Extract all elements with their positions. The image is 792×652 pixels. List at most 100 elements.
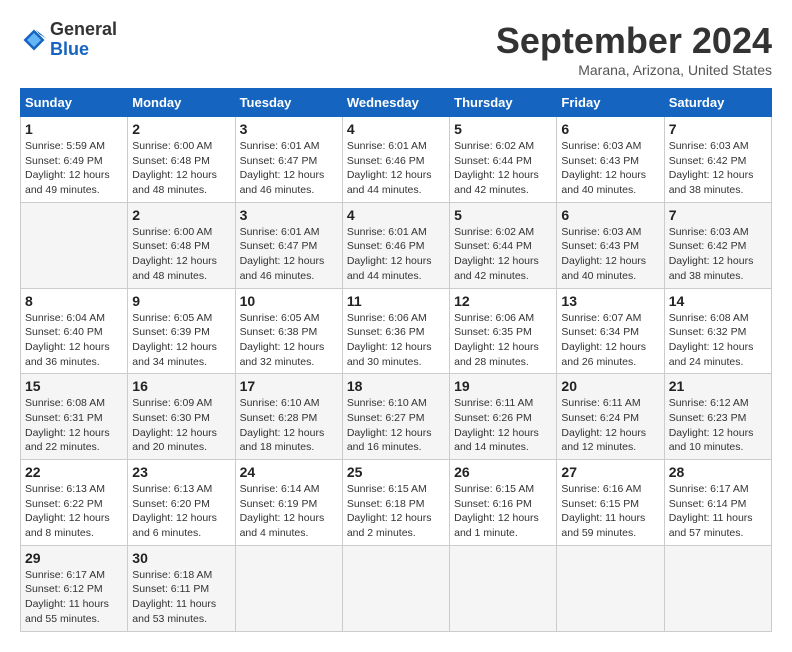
day-detail: Sunrise: 6:12 AM Sunset: 6:23 PM Dayligh… — [669, 396, 767, 455]
day-number: 13 — [561, 293, 659, 309]
day-detail: Sunrise: 6:02 AM Sunset: 6:44 PM Dayligh… — [454, 225, 552, 284]
header-day-friday: Friday — [557, 89, 664, 117]
day-number: 22 — [25, 464, 123, 480]
calendar-cell: 19Sunrise: 6:11 AM Sunset: 6:26 PM Dayli… — [450, 374, 557, 460]
day-number: 18 — [347, 378, 445, 394]
day-number: 2 — [132, 121, 230, 137]
calendar-cell: 9Sunrise: 6:05 AM Sunset: 6:39 PM Daylig… — [128, 288, 235, 374]
header-day-saturday: Saturday — [664, 89, 771, 117]
day-number: 12 — [454, 293, 552, 309]
day-number: 29 — [25, 550, 123, 566]
location: Marana, Arizona, United States — [496, 62, 772, 78]
calendar-week-2: 2Sunrise: 6:00 AM Sunset: 6:48 PM Daylig… — [21, 202, 772, 288]
calendar-cell — [21, 202, 128, 288]
calendar-cell: 15 Sunrise: 6:08 AM Sunset: 6:31 PM Dayli… — [21, 374, 128, 460]
calendar-cell: 2 Sunrise: 6:00 AM Sunset: 6:48 PM Daylig… — [128, 117, 235, 203]
day-number: 15 — [25, 378, 123, 394]
day-number: 14 — [669, 293, 767, 309]
day-detail: Sunrise: 6:05 AM Sunset: 6:39 PM Dayligh… — [132, 311, 230, 370]
header-day-sunday: Sunday — [21, 89, 128, 117]
calendar-cell: 21 Sunrise: 6:12 AM Sunset: 6:23 PM Dayli… — [664, 374, 771, 460]
calendar-cell: 30 Sunrise: 6:18 AM Sunset: 6:11 PM Dayli… — [128, 545, 235, 631]
day-number: 28 — [669, 464, 767, 480]
header-day-monday: Monday — [128, 89, 235, 117]
day-number: 6 — [561, 207, 659, 223]
calendar-cell: 22 Sunrise: 6:13 AM Sunset: 6:22 PM Dayli… — [21, 460, 128, 546]
calendar-week-3: 8Sunrise: 6:04 AM Sunset: 6:40 PM Daylig… — [21, 288, 772, 374]
day-number: 11 — [347, 293, 445, 309]
calendar-cell: 5 Sunrise: 6:02 AM Sunset: 6:44 PM Daylig… — [450, 202, 557, 288]
calendar-cell: 28Sunrise: 6:17 AM Sunset: 6:14 PM Dayli… — [664, 460, 771, 546]
day-number: 7 — [669, 207, 767, 223]
day-number: 25 — [347, 464, 445, 480]
day-detail: Sunrise: 6:16 AM Sunset: 6:15 PM Dayligh… — [561, 482, 659, 541]
page-header: General Blue September 2024 Marana, Ariz… — [20, 20, 772, 78]
day-number: 5 — [454, 207, 552, 223]
day-detail: Sunrise: 6:06 AM Sunset: 6:35 PM Dayligh… — [454, 311, 552, 370]
day-detail: Sunrise: 6:03 AM Sunset: 6:42 PM Dayligh… — [669, 225, 767, 284]
day-detail: Sunrise: 6:01 AM Sunset: 6:46 PM Dayligh… — [347, 139, 445, 198]
day-detail: Sunrise: 5:59 AM Sunset: 6:49 PM Dayligh… — [25, 139, 123, 198]
logo: General Blue — [20, 20, 117, 60]
calendar-cell: 6 Sunrise: 6:03 AM Sunset: 6:43 PM Daylig… — [557, 202, 664, 288]
day-detail: Sunrise: 6:01 AM Sunset: 6:47 PM Dayligh… — [240, 139, 338, 198]
calendar-cell: 20 Sunrise: 6:11 AM Sunset: 6:24 PM Dayli… — [557, 374, 664, 460]
day-number: 17 — [240, 378, 338, 394]
day-number: 16 — [132, 378, 230, 394]
calendar-cell: 2Sunrise: 6:00 AM Sunset: 6:48 PM Daylig… — [128, 202, 235, 288]
day-detail: Sunrise: 6:17 AM Sunset: 6:12 PM Dayligh… — [25, 568, 123, 627]
day-detail: Sunrise: 6:07 AM Sunset: 6:34 PM Dayligh… — [561, 311, 659, 370]
calendar-cell: 7Sunrise: 6:03 AM Sunset: 6:42 PM Daylig… — [664, 117, 771, 203]
calendar-cell: 6Sunrise: 6:03 AM Sunset: 6:43 PM Daylig… — [557, 117, 664, 203]
calendar-cell: 8Sunrise: 6:04 AM Sunset: 6:40 PM Daylig… — [21, 288, 128, 374]
calendar-cell: 29 Sunrise: 6:17 AM Sunset: 6:12 PM Dayli… — [21, 545, 128, 631]
day-number: 27 — [561, 464, 659, 480]
day-number: 21 — [669, 378, 767, 394]
day-detail: Sunrise: 6:14 AM Sunset: 6:19 PM Dayligh… — [240, 482, 338, 541]
header-day-wednesday: Wednesday — [342, 89, 449, 117]
day-detail: Sunrise: 6:13 AM Sunset: 6:22 PM Dayligh… — [25, 482, 123, 541]
logo-text: General Blue — [50, 20, 117, 60]
calendar-cell: 27 Sunrise: 6:16 AM Sunset: 6:15 PM Dayli… — [557, 460, 664, 546]
logo-icon — [20, 26, 48, 54]
day-number: 30 — [132, 550, 230, 566]
calendar-cell: 4Sunrise: 6:01 AM Sunset: 6:46 PM Daylig… — [342, 117, 449, 203]
day-detail: Sunrise: 6:10 AM Sunset: 6:28 PM Dayligh… — [240, 396, 338, 455]
calendar-cell: 18Sunrise: 6:10 AM Sunset: 6:27 PM Dayli… — [342, 374, 449, 460]
day-number: 4 — [347, 207, 445, 223]
calendar-table: SundayMondayTuesdayWednesdayThursdayFrid… — [20, 88, 772, 632]
day-detail: Sunrise: 6:09 AM Sunset: 6:30 PM Dayligh… — [132, 396, 230, 455]
calendar-cell: 3Sunrise: 6:01 AM Sunset: 6:47 PM Daylig… — [235, 117, 342, 203]
calendar-cell: 13 Sunrise: 6:07 AM Sunset: 6:34 PM Dayli… — [557, 288, 664, 374]
calendar-cell — [342, 545, 449, 631]
calendar-week-5: 22 Sunrise: 6:13 AM Sunset: 6:22 PM Dayli… — [21, 460, 772, 546]
calendar-cell: 4Sunrise: 6:01 AM Sunset: 6:46 PM Daylig… — [342, 202, 449, 288]
day-detail: Sunrise: 6:03 AM Sunset: 6:43 PM Dayligh… — [561, 225, 659, 284]
day-detail: Sunrise: 6:11 AM Sunset: 6:24 PM Dayligh… — [561, 396, 659, 455]
day-number: 20 — [561, 378, 659, 394]
day-number: 7 — [669, 121, 767, 137]
calendar-cell: 1Sunrise: 5:59 AM Sunset: 6:49 PM Daylig… — [21, 117, 128, 203]
day-detail: Sunrise: 6:13 AM Sunset: 6:20 PM Dayligh… — [132, 482, 230, 541]
logo-general: General — [50, 19, 117, 39]
day-detail: Sunrise: 6:00 AM Sunset: 6:48 PM Dayligh… — [132, 139, 230, 198]
calendar-cell — [450, 545, 557, 631]
day-detail: Sunrise: 6:05 AM Sunset: 6:38 PM Dayligh… — [240, 311, 338, 370]
calendar-cell — [664, 545, 771, 631]
header-day-thursday: Thursday — [450, 89, 557, 117]
day-detail: Sunrise: 6:18 AM Sunset: 6:11 PM Dayligh… — [132, 568, 230, 627]
day-detail: Sunrise: 6:15 AM Sunset: 6:16 PM Dayligh… — [454, 482, 552, 541]
logo-blue: Blue — [50, 39, 89, 59]
calendar-week-4: 15 Sunrise: 6:08 AM Sunset: 6:31 PM Dayli… — [21, 374, 772, 460]
calendar-cell: 23Sunrise: 6:13 AM Sunset: 6:20 PM Dayli… — [128, 460, 235, 546]
calendar-cell: 7 Sunrise: 6:03 AM Sunset: 6:42 PM Daylig… — [664, 202, 771, 288]
calendar-cell: 24 Sunrise: 6:14 AM Sunset: 6:19 PM Dayli… — [235, 460, 342, 546]
day-detail: Sunrise: 6:02 AM Sunset: 6:44 PM Dayligh… — [454, 139, 552, 198]
calendar-cell: 5Sunrise: 6:02 AM Sunset: 6:44 PM Daylig… — [450, 117, 557, 203]
day-detail: Sunrise: 6:11 AM Sunset: 6:26 PM Dayligh… — [454, 396, 552, 455]
calendar-header-row: SundayMondayTuesdayWednesdayThursdayFrid… — [21, 89, 772, 117]
calendar-cell: 17 Sunrise: 6:10 AM Sunset: 6:28 PM Dayli… — [235, 374, 342, 460]
day-detail: Sunrise: 6:08 AM Sunset: 6:31 PM Dayligh… — [25, 396, 123, 455]
calendar-cell: 14Sunrise: 6:08 AM Sunset: 6:32 PM Dayli… — [664, 288, 771, 374]
day-number: 24 — [240, 464, 338, 480]
